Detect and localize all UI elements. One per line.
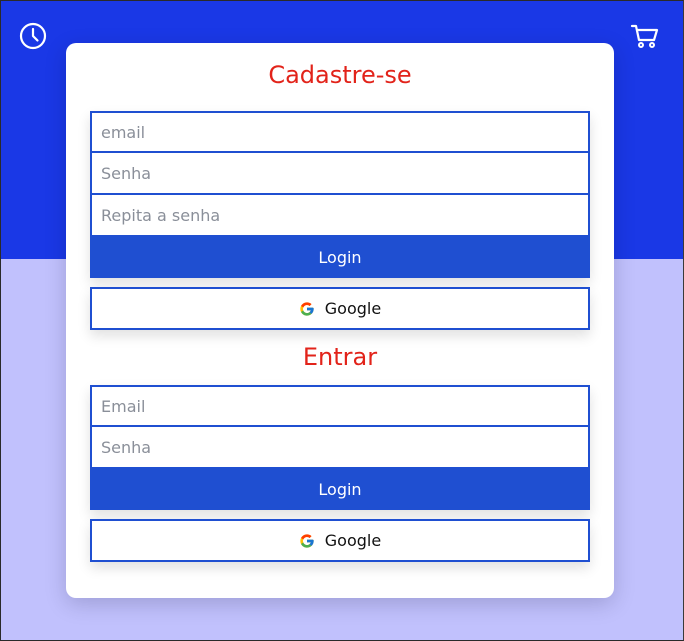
signup-title: Cadastre-se (268, 61, 412, 89)
auth-card: Cadastre-se Login Google Entrar Login (66, 43, 614, 598)
signup-login-button[interactable]: Login (90, 237, 590, 278)
clock-icon (19, 22, 47, 50)
signup-email-field[interactable] (90, 111, 590, 153)
signin-email-field[interactable] (90, 385, 590, 427)
signup-password-field[interactable] (90, 153, 590, 195)
history-button[interactable] (18, 21, 48, 51)
signin-password-field[interactable] (90, 427, 590, 469)
signup-repeat-password-field[interactable] (90, 195, 590, 237)
google-icon (299, 533, 315, 549)
cart-button[interactable] (630, 21, 660, 51)
signin-form: Login (90, 385, 590, 510)
signup-form: Login (90, 111, 590, 278)
signup-google-label: Google (324, 299, 382, 318)
signin-login-button[interactable]: Login (90, 469, 590, 510)
signin-title: Entrar (302, 343, 378, 371)
google-icon (299, 301, 315, 317)
signup-google-button[interactable]: Google (90, 287, 590, 330)
signin-google-button[interactable]: Google (90, 519, 590, 562)
signin-google-label: Google (324, 531, 382, 550)
cart-icon (630, 24, 659, 48)
